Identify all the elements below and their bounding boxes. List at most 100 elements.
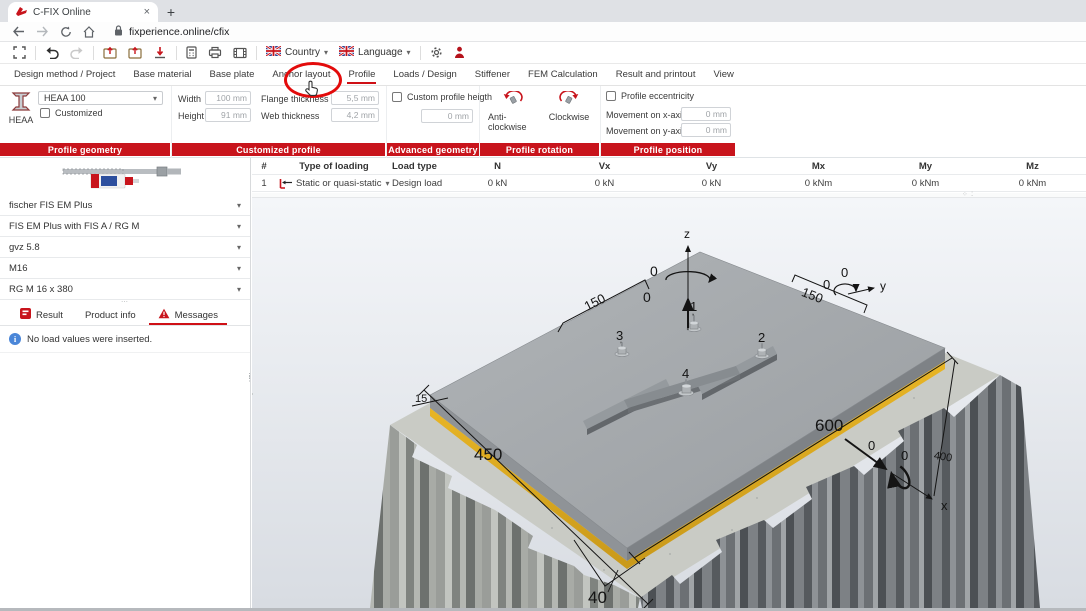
width-label: Width [178,94,201,104]
custom-profile-height-checkbox[interactable]: Custom profile heigth [392,92,492,102]
chevron-down-icon: ▾ [237,285,241,294]
select-steel-grade[interactable]: gvz 5.8▾ [0,237,250,258]
checkbox-icon [40,108,50,118]
checkbox-icon [392,92,402,102]
custom-profile-height-input[interactable] [421,109,473,123]
customized-checkbox[interactable]: Customized [40,108,103,118]
vy-value[interactable]: 0 kN [658,178,765,189]
type-of-loading-select[interactable]: Static or quasi-static▾ [296,178,392,189]
web-thickness-input[interactable] [331,108,379,122]
flange-thickness-label: Flange thickness [261,94,329,104]
movement-x-input[interactable] [681,107,731,121]
menu-profile[interactable]: Profile [339,64,384,85]
country-dropdown[interactable]: Country ▾ [266,46,328,59]
chevron-down-icon: ▾ [237,222,241,231]
rotate-anticlockwise-button[interactable]: Anti-clockwise [488,91,538,132]
browser-tab[interactable]: C-FIX Online × [8,2,158,22]
rotate-clockwise-button[interactable]: Clockwise [546,91,592,122]
forward-icon[interactable] [36,26,49,37]
country-label: Country [285,47,320,58]
select-product-line[interactable]: fischer FIS EM Plus▾ [0,195,250,216]
clockwise-icon [558,91,580,110]
panel-profile-position: Profile eccentricity Movement on x-axis … [600,86,735,158]
dim-450: 450 [474,445,502,464]
menu-base-plate[interactable]: Base plate [200,64,263,85]
profile-eccentricity-checkbox[interactable]: Profile eccentricity [606,91,694,101]
undo-button[interactable] [45,46,59,59]
col-load-type: Load type [392,161,444,172]
print-button[interactable] [208,46,222,59]
menu-fem-calculation[interactable]: FEM Calculation [519,64,607,85]
browser-tab-bar: C-FIX Online × + [0,0,1086,22]
movement-y-input[interactable] [681,123,731,137]
chevron-down-icon: ▾ [237,264,241,273]
fullscreen-button[interactable] [13,46,26,59]
menu-view[interactable]: View [704,64,742,85]
3d-viewport[interactable]: 1 2 3 4 [252,198,1086,608]
menu-result-printout[interactable]: Result and printout [607,64,705,85]
menu-stiffener[interactable]: Stiffener [466,64,519,85]
load-table-header: # Type of loading Load type N Vx Vy Mx M… [252,158,1086,175]
language-flag-icon [339,46,354,59]
redo-button[interactable] [70,46,84,59]
height-label: Height [178,111,204,121]
menu-anchor-layout[interactable]: Anchor layout [263,64,339,85]
col-my: My [872,161,979,172]
select-size[interactable]: M16▾ [0,258,250,279]
tab-product-info[interactable]: Product info [74,305,147,325]
flange-thickness-input[interactable] [331,91,379,105]
col-type-of-loading: Type of loading [276,161,392,172]
col-mx: Mx [765,161,872,172]
contact-person-button[interactable] [454,46,465,59]
mx-value[interactable]: 0 kNm [765,178,872,189]
panel-divider-grip[interactable]: ⋮⋮ [246,376,253,381]
vx-value[interactable]: 0 kN [551,178,658,189]
load-case-icon [276,178,296,189]
panel-profile-geometry: HEAA HEAA 100▾ Customized Profile geomet… [0,86,170,158]
tab-messages[interactable]: Messages [147,305,229,325]
select-system[interactable]: FIS EM Plus with FIS A / RG M▾ [0,216,250,237]
fischer-logo-icon [16,6,27,19]
lock-icon [114,25,123,39]
menu-design-method[interactable]: Design method / Project [5,64,124,85]
width-input[interactable] [205,91,251,105]
browser-url-bar: fixperience.online/cfix [0,22,1086,42]
row-num: 1 [252,178,276,189]
new-tab-button[interactable]: + [158,2,184,22]
x-axis-label: x [941,498,948,513]
video-button[interactable] [233,47,247,59]
profile-ribbon: HEAA HEAA 100▾ Customized Profile geomet… [0,86,1086,158]
app-window: C-FIX Online × + fixperience.online/cfix [0,0,1086,611]
back-icon[interactable] [12,26,25,37]
mz-value[interactable]: 0 kNm [979,178,1086,189]
reload-icon[interactable] [60,26,72,38]
col-n: N [444,161,551,172]
menu-base-material[interactable]: Base material [124,64,200,85]
calculator-button[interactable] [186,46,197,59]
open-project-button[interactable] [103,46,117,59]
menu-loads-design[interactable]: Loads / Design [384,64,465,85]
anchor-3-label: 3 [616,328,623,343]
settings-gear-button[interactable] [430,46,443,59]
profile-size-select[interactable]: HEAA 100▾ [38,91,163,105]
close-tab-icon[interactable]: × [144,7,150,18]
url-text: fixperience.online/cfix [129,26,229,38]
n-value[interactable]: 0 kN [444,178,551,189]
col-vy: Vy [658,161,765,172]
my-value[interactable]: 0 kNm [872,178,979,189]
select-rod[interactable]: RG M 16 x 380▾ [0,279,250,300]
language-dropdown[interactable]: Language ▾ [339,46,411,59]
tab-result[interactable]: Result [9,305,74,325]
y-translation-value: 0 [823,277,830,292]
height-input[interactable] [205,108,251,122]
save-download-button[interactable] [153,46,167,59]
import-project-button[interactable] [128,46,142,59]
section-title-customized-profile: Customized profile [172,143,385,156]
home-icon[interactable] [83,26,95,38]
section-title-profile-rotation: Profile rotation [480,143,599,156]
sidebar-tabs: Result Product info Messages [0,305,250,326]
y-axis-label: y [880,279,886,293]
address-field[interactable]: fixperience.online/cfix [114,25,229,39]
x-force-value: 0 [868,438,875,453]
browser-tab-title: C-FIX Online [33,7,91,18]
